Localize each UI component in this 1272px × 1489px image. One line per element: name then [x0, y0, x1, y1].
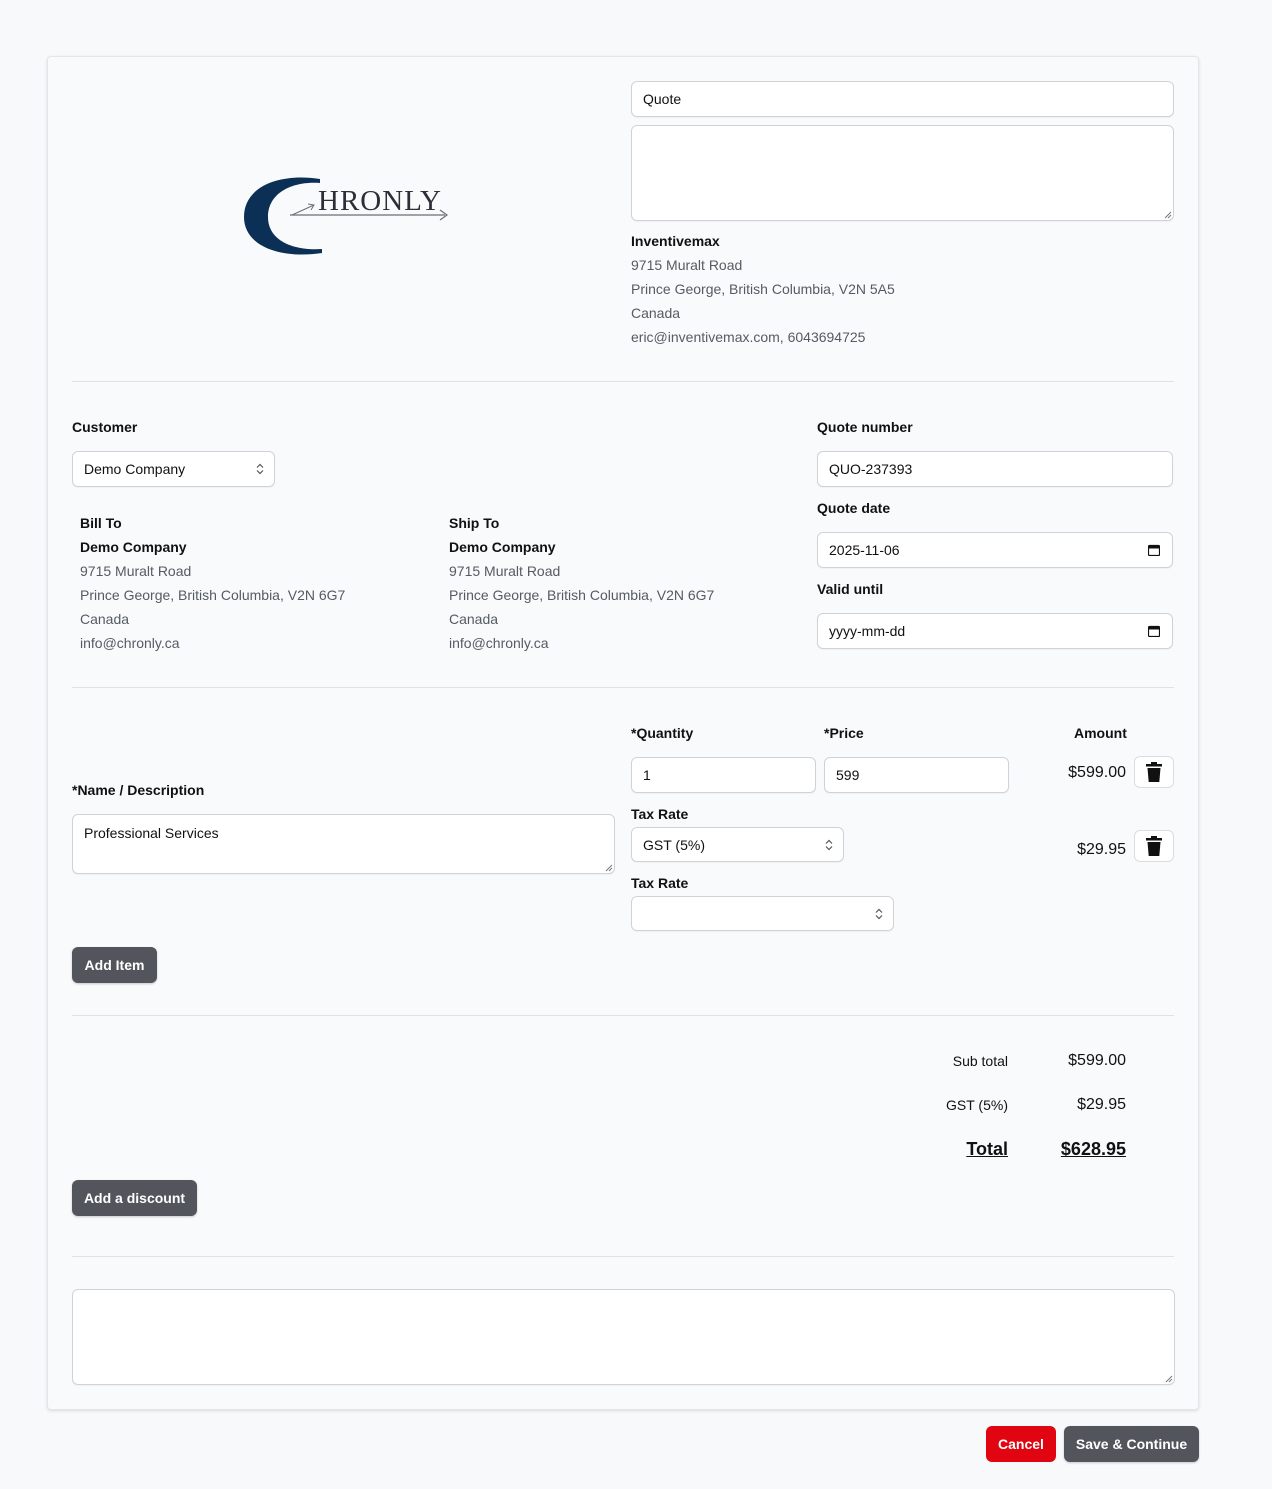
- quote-form-card: HRONLY Quote Inventivemax 9715 Muralt Ro…: [47, 56, 1199, 1410]
- resize-handle-icon[interactable]: [1165, 1375, 1173, 1383]
- subtotal-label: Sub total: [952, 1053, 1008, 1069]
- total-label: Total: [966, 1139, 1008, 1159]
- add-discount-button[interactable]: Add a discount: [72, 1180, 197, 1216]
- valid-until-input[interactable]: yyyy-mm-dd: [817, 613, 1173, 649]
- customer-select-value: Demo Company: [84, 461, 186, 477]
- quote-date-value: 2025-11-06: [829, 542, 900, 558]
- valid-until-value: yyyy-mm-dd: [829, 623, 906, 639]
- ship-to-address-2: Prince George, British Columbia, V2N 6G7: [449, 587, 715, 603]
- bill-to-email: info@chronly.ca: [80, 635, 180, 651]
- divider: [72, 687, 1174, 688]
- tax-rate-label: Tax Rate: [631, 806, 689, 822]
- cancel-button[interactable]: Cancel: [986, 1426, 1056, 1462]
- select-chevron-icon: [875, 908, 883, 919]
- resize-handle-icon[interactable]: [1164, 211, 1172, 219]
- add-item-button[interactable]: Add Item: [72, 947, 157, 983]
- bill-to-country: Canada: [80, 611, 130, 627]
- subtotal-value: $599.00: [1068, 1052, 1126, 1069]
- save-continue-button[interactable]: Save & Continue: [1064, 1426, 1199, 1462]
- amount-label: Amount: [1074, 725, 1127, 741]
- company-name: Inventivemax: [631, 233, 720, 249]
- calendar-icon[interactable]: [1148, 544, 1160, 556]
- item-amount: $599.00: [1068, 764, 1126, 781]
- bill-to-address-1: 9715 Muralt Road: [80, 563, 192, 579]
- resize-handle-icon[interactable]: [605, 864, 613, 872]
- customer-label: Customer: [72, 419, 138, 435]
- item-description-textarea[interactable]: Professional Services: [72, 814, 615, 874]
- bill-to-name: Demo Company: [80, 539, 187, 555]
- company-address-2: Prince George, British Columbia, V2N 5A5: [631, 281, 895, 297]
- select-chevron-icon: [256, 463, 264, 475]
- item-quantity-input[interactable]: 1: [631, 757, 816, 793]
- ship-to-address-1: 9715 Muralt Road: [449, 563, 561, 579]
- tax-rate-select-2[interactable]: [631, 896, 894, 931]
- ship-to-email: info@chronly.ca: [449, 635, 549, 651]
- divider: [72, 1015, 1174, 1016]
- customer-select[interactable]: Demo Company: [72, 451, 275, 487]
- delete-item-button[interactable]: [1134, 756, 1174, 788]
- valid-until-label: Valid until: [817, 581, 884, 597]
- company-logo: HRONLY: [242, 175, 452, 257]
- tax-amount: $29.95: [1077, 841, 1126, 858]
- quote-date-label: Quote date: [817, 500, 891, 516]
- logo-text: HRONLY: [318, 185, 442, 217]
- ship-to-name: Demo Company: [449, 539, 556, 555]
- ship-to-title: Ship To: [449, 515, 500, 531]
- divider: [72, 381, 1174, 382]
- tax-rate-select-value: GST (5%): [643, 836, 705, 853]
- total-value: $628.95: [1060, 1139, 1126, 1159]
- trash-icon: [1146, 762, 1162, 782]
- quote-date-input[interactable]: 2025-11-06: [817, 532, 1173, 568]
- calendar-icon[interactable]: [1148, 625, 1160, 637]
- tax-rate-label-2: Tax Rate: [631, 875, 689, 891]
- item-price-input[interactable]: 599: [824, 757, 1009, 793]
- quote-number-input[interactable]: QUO-237393: [817, 451, 1173, 487]
- bill-to-title: Bill To: [80, 515, 122, 531]
- company-address-1: 9715 Muralt Road: [631, 257, 743, 273]
- tax-rate-select[interactable]: GST (5%): [631, 827, 844, 862]
- header-notes-textarea[interactable]: [631, 125, 1174, 221]
- name-description-label: *Name / Description: [72, 782, 205, 798]
- document-type-input[interactable]: Quote: [631, 81, 1174, 117]
- bill-to-address-2: Prince George, British Columbia, V2N 6G7: [80, 587, 346, 603]
- company-country: Canada: [631, 305, 681, 321]
- footer-notes-textarea[interactable]: [72, 1289, 1175, 1385]
- tax-total-label: GST (5%): [946, 1097, 1008, 1113]
- company-contact: eric@inventivemax.com, 6043694725: [631, 329, 866, 345]
- delete-tax-button[interactable]: [1134, 830, 1174, 862]
- trash-icon: [1146, 836, 1162, 856]
- select-chevron-icon: [825, 839, 833, 850]
- price-label: *Price: [824, 725, 864, 741]
- quote-number-label: Quote number: [817, 419, 913, 435]
- divider: [72, 1256, 1174, 1257]
- tax-total-value: $29.95: [1077, 1096, 1126, 1113]
- ship-to-country: Canada: [449, 611, 499, 627]
- quantity-label: *Quantity: [631, 725, 694, 741]
